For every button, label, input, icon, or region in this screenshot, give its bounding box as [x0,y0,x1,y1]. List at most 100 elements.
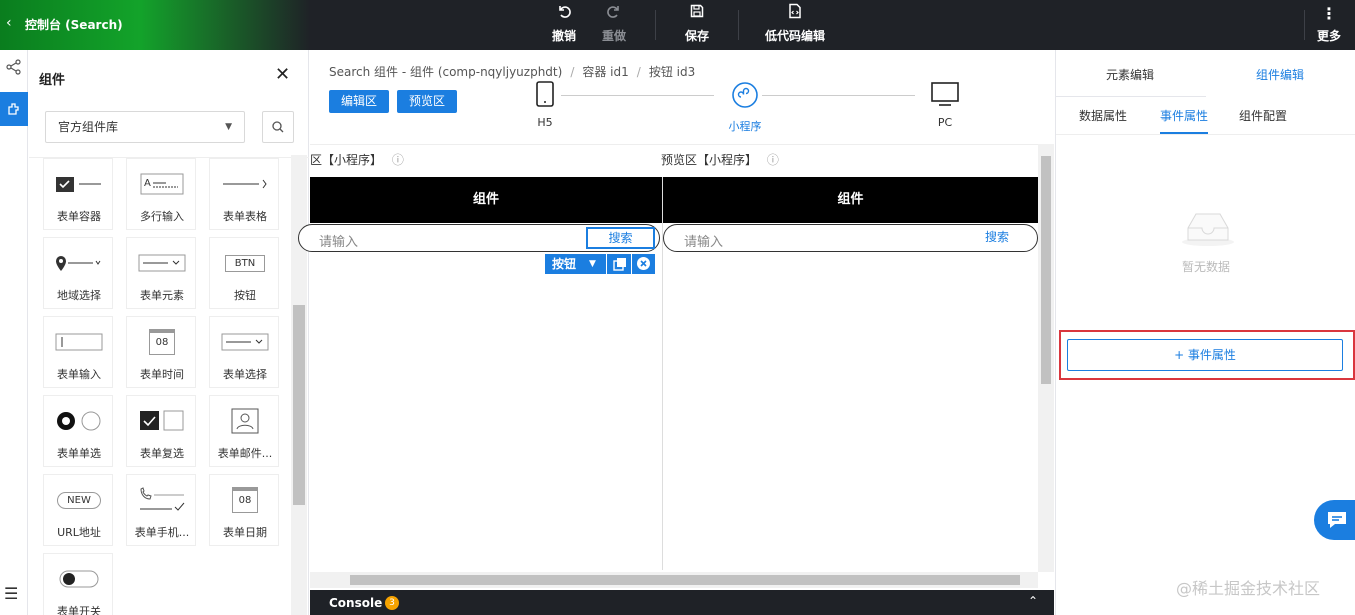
empty-inbox-icon [1180,206,1236,251]
dropdown-icon [220,329,270,355]
component-item-form-time[interactable]: 08 表单时间 [126,316,196,388]
search-button-selected[interactable]: 搜索 [586,227,655,249]
component-item-form-phone[interactable]: 表单手机... [126,474,196,546]
menu-list-icon[interactable]: ☰ [4,584,18,603]
text-input-icon [54,329,104,355]
undo-button[interactable]: 撤销 [548,3,580,47]
phone-header: 组件 [663,177,1038,223]
select-box-icon [137,250,187,276]
tab-event-props[interactable]: 事件属性 [1160,107,1208,124]
subtab-divider [1056,134,1355,135]
component-item-form-radio[interactable]: 表单单选 [43,395,113,467]
component-item-form-switch[interactable]: 表单开关 [43,553,113,615]
tab-element-edit[interactable]: 元素编辑 [1106,66,1154,83]
user-contact-icon [220,408,270,434]
app-title[interactable]: 控制台 (Search) [25,16,123,33]
search-icon [272,121,284,133]
delete-icon[interactable] [636,254,651,277]
search-component-preview[interactable]: 请输入 搜索 [663,224,1038,252]
device-pc[interactable]: PC [930,81,960,129]
edit-area-button[interactable]: 编辑区 [329,90,389,113]
svg-text:A: A [144,178,151,189]
checkbox-icon [137,408,187,434]
more-button[interactable]: ⋮ 更多 [1314,3,1344,47]
left-rail: ☰ [0,50,28,615]
component-grid: 表单容器 A 多行输入 表单表格 地域选择 表单元素 BTN 按钮 表单输入 0… [35,158,285,615]
scrollbar-thumb[interactable] [1041,156,1051,384]
device-connector [762,95,915,96]
toggle-icon [54,566,104,592]
phone-header: 组件 [310,177,662,223]
preview-phone-canvas: 组件 请输入 搜索 [663,177,1038,570]
caret-down-icon[interactable]: ▼ [589,254,596,274]
component-item-form-input[interactable]: 表单输入 [43,316,113,388]
search-button[interactable] [262,111,294,143]
tab-data-props[interactable]: 数据属性 [1079,107,1127,124]
search-component[interactable]: 请输入 搜索 [298,224,660,252]
search-button[interactable]: 搜索 [985,228,1009,245]
add-event-button[interactable]: + 事件属性 [1067,339,1343,371]
tab-component-edit[interactable]: 组件编辑 [1256,66,1304,83]
chevron-up-icon[interactable]: ⌃ [1028,594,1038,608]
panel-scrollbar[interactable] [291,155,307,615]
component-item-url[interactable]: NEW URL地址 [43,474,113,546]
breadcrumb-item[interactable]: 容器 id1 [582,65,628,79]
copy-icon[interactable] [613,254,627,277]
radio-icon [54,408,104,434]
lowcode-edit-button[interactable]: 低代码编辑 [762,3,828,47]
breadcrumb-item[interactable]: 按钮 id3 [649,65,695,79]
close-icon[interactable]: ✕ [275,64,290,85]
toolbar-separator [738,10,739,40]
breadcrumb-item[interactable]: Search 组件 - 组件 (comp-nqyljyuzphdt) [329,65,562,79]
info-icon[interactable]: ⓘ [767,153,779,167]
console-label: Console [329,596,383,610]
preview-panel-title: 预览区【小程序】 ⓘ [661,153,779,167]
edit-phone-canvas: 组件 请输入 搜索 按钮 ▼ [298,177,662,570]
component-item-form-email[interactable]: 表单邮件... [209,395,279,467]
phone-icon [137,487,187,513]
btn-preview-icon: BTN [224,254,266,272]
component-item-form-date[interactable]: 08 表单日期 [209,474,279,546]
component-item-form-element[interactable]: 表单元素 [126,237,196,309]
info-icon[interactable]: ⓘ [392,153,404,167]
toolbar-separator [1304,10,1305,40]
scrollbar-thumb[interactable] [350,575,1020,585]
panel-title: 组件 [39,73,66,88]
library-select[interactable]: 官方组件库 ▼ [45,111,245,143]
watermark: @稀土掘金技术社区 [1176,579,1321,598]
chevron-left-icon[interactable]: ‹ [6,15,12,31]
console-badge: 3 [385,596,399,610]
save-icon [681,3,713,25]
calendar-icon: 08 [149,329,175,355]
textarea-icon: A [137,171,187,197]
redo-button[interactable]: 重做 [598,3,630,47]
component-item-form-table[interactable]: 表单表格 [209,158,279,230]
redo-icon [598,3,630,25]
mobile-icon [536,81,554,107]
share-nodes-icon[interactable] [0,58,28,88]
component-item-form-checkbox[interactable]: 表单复选 [126,395,196,467]
component-library-icon[interactable] [0,92,28,126]
chat-button[interactable] [1314,500,1355,540]
device-miniprogram[interactable]: 小程序 [720,81,770,134]
scrollbar-thumb[interactable] [293,305,305,505]
component-item-textarea[interactable]: A 多行输入 [126,158,196,230]
component-item-button[interactable]: BTN 按钮 [209,237,279,309]
component-toolbar: 按钮 ▼ [545,254,655,274]
console-bar[interactable]: Console 3 ⌃ [310,590,1054,615]
monitor-icon [931,82,959,106]
component-item-region-select[interactable]: 地域选择 [43,237,113,309]
component-item-form-select[interactable]: 表单选择 [209,316,279,388]
canvas-horizontal-scrollbar[interactable] [310,572,1038,588]
device-h5[interactable]: H5 [530,81,560,129]
undo-icon [548,3,580,25]
form-container-icon [54,171,104,197]
breadcrumb: Search 组件 - 组件 (comp-nqyljyuzphdt) / 容器 id… [329,65,696,79]
save-button[interactable]: 保存 [681,3,713,47]
tab-divider [1056,96,1206,97]
canvas-vertical-scrollbar[interactable] [1038,144,1054,572]
component-item-form-container[interactable]: 表单容器 [43,158,113,230]
preview-area-button[interactable]: 预览区 [397,90,457,113]
edit-panel-title: 区【小程序】 ⓘ [310,153,404,167]
tab-component-config[interactable]: 组件配置 [1239,107,1287,124]
